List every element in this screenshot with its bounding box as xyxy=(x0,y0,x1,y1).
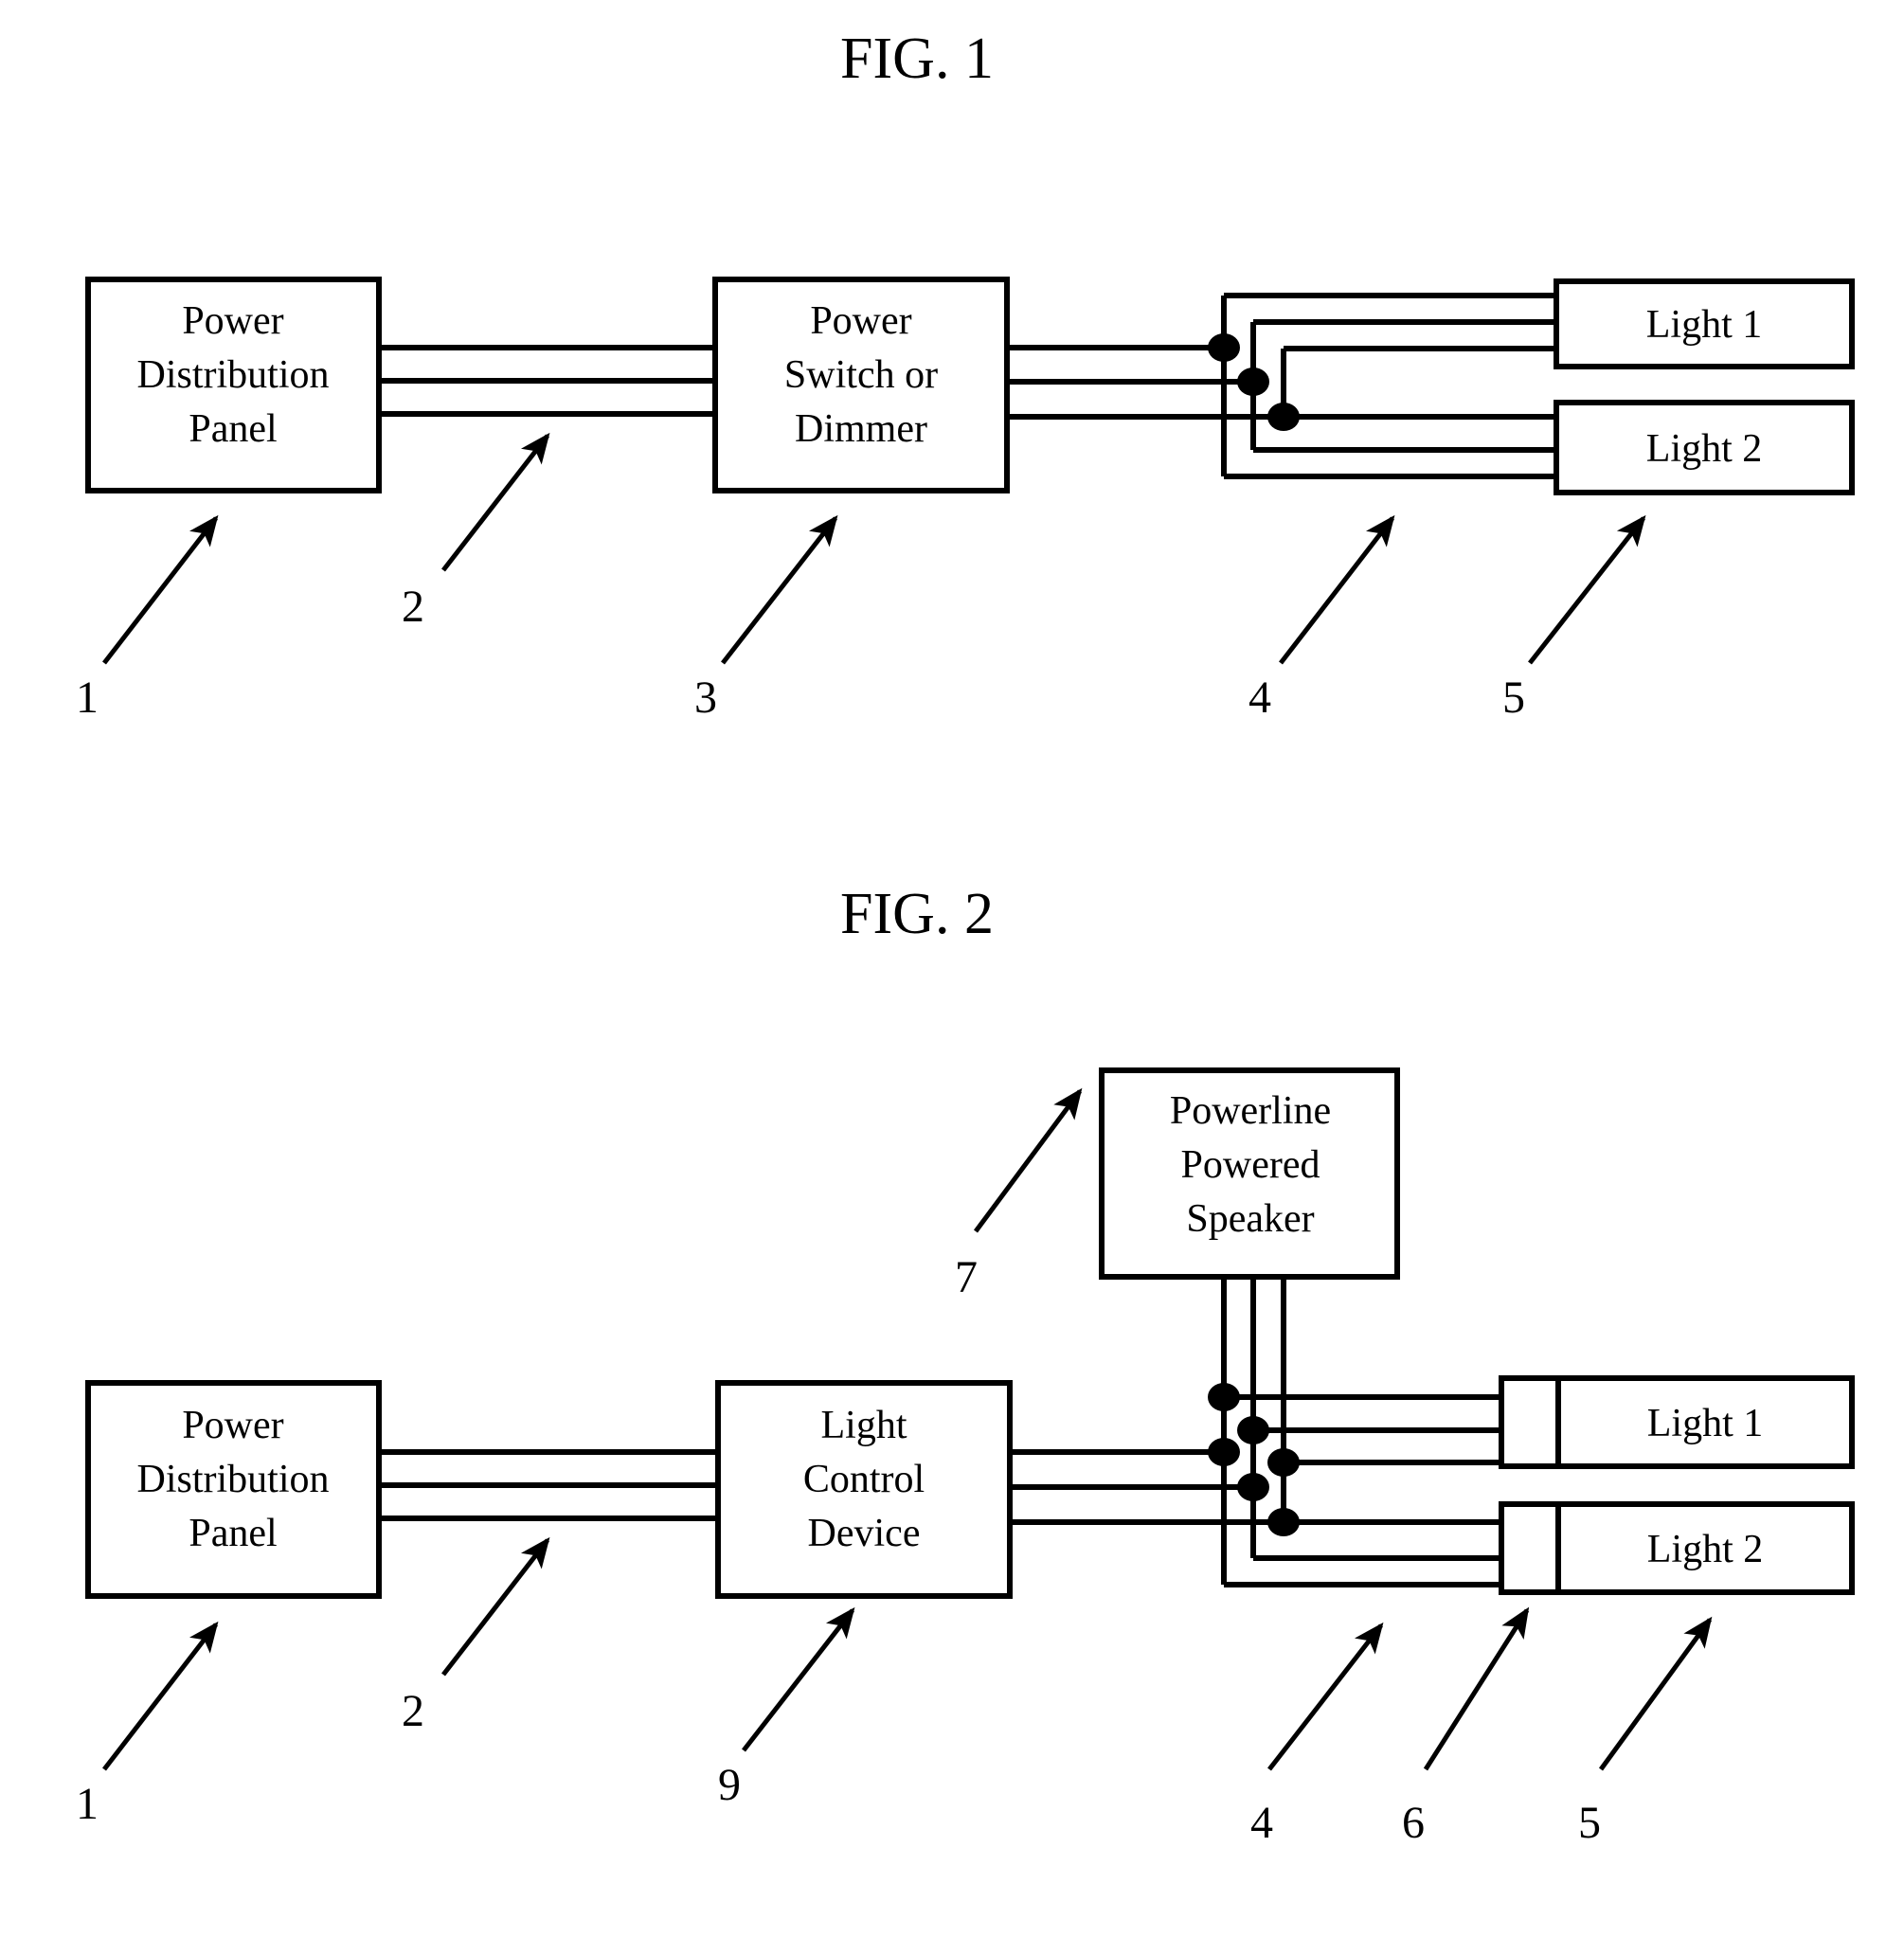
fig1-ref-5-label: 5 xyxy=(1502,673,1525,723)
fig2-powerline-powered-speaker-line-3: Speaker xyxy=(1186,1197,1314,1241)
fig2-light-control-device-line-2: Control xyxy=(803,1458,925,1501)
fig1-ref-5-leader: 5 xyxy=(1502,514,1646,723)
fig2-power-distribution-panel: Power Distribution Panel xyxy=(85,1380,382,1599)
fig1-power-switch-or-dimmer-line-1: Power xyxy=(810,299,911,343)
fig1-ref-4-label: 4 xyxy=(1248,673,1271,723)
fig2-ref-9-leader: 9 xyxy=(718,1606,855,1810)
fig2-ref-7-leader: 7 xyxy=(955,1087,1083,1302)
fig2-connector-2-rect xyxy=(1499,1501,1561,1595)
fig2-connector-1-rect xyxy=(1499,1375,1561,1469)
fig1-power-switch-or-dimmer: Power Switch or Dimmer xyxy=(712,277,1010,493)
fig2-light-1-label: Light 1 xyxy=(1647,1402,1764,1445)
fig2-light-control-device-line-3: Device xyxy=(808,1512,921,1555)
fig2-ref-4-label: 4 xyxy=(1250,1798,1273,1848)
fig1-light-2: Light 2 xyxy=(1554,400,1855,495)
fig2-junction-dot-4 xyxy=(1267,1448,1300,1477)
fig2-power-distribution-panel-line-1: Power xyxy=(182,1404,283,1447)
fig2-junction-dot-5 xyxy=(1237,1473,1269,1501)
figure-1-title: FIG. 1 xyxy=(840,27,994,91)
fig2-ref-5-label: 5 xyxy=(1578,1798,1601,1848)
fig2-ref-1-leader: 1 xyxy=(76,1621,219,1829)
fig2-ref-4-leader: 4 xyxy=(1250,1622,1384,1848)
fig2-light-1: Light 1 xyxy=(1499,1375,1855,1469)
fig2-ref-1-label: 1 xyxy=(76,1779,99,1829)
figure-1-group: FIG. 1 Power Distribution Panel Power Sw… xyxy=(76,27,1855,723)
fig2-junction-dot-1 xyxy=(1208,1383,1240,1411)
fig2-junction-dot-2 xyxy=(1237,1416,1269,1444)
fig1-ref-3-label: 3 xyxy=(694,673,717,723)
fig1-power-distribution-panel: Power Distribution Panel xyxy=(85,277,382,493)
fig2-ref-7-label: 7 xyxy=(955,1252,978,1302)
fig2-wiring-between-panel-and-control xyxy=(379,1449,718,1521)
fig1-junction-dot-2 xyxy=(1237,368,1269,396)
fig2-light-2-label: Light 2 xyxy=(1647,1528,1764,1571)
fig2-ref-6-leader: 6 xyxy=(1402,1606,1530,1848)
fig2-ref-2-label: 2 xyxy=(402,1686,424,1736)
figure-canvas: FIG. 1 Power Distribution Panel Power Sw… xyxy=(76,27,1855,1848)
fig1-light-2-label: Light 2 xyxy=(1646,427,1763,471)
fig2-ref-9-label: 9 xyxy=(718,1760,741,1810)
fig1-power-distribution-panel-line-2: Distribution xyxy=(136,353,329,397)
fig2-light-control-device-line-1: Light xyxy=(821,1404,907,1447)
fig2-light-control-device: Light Control Device xyxy=(715,1380,1013,1599)
fig1-ref-2-label: 2 xyxy=(402,582,424,632)
fig1-ref-1-leader: 1 xyxy=(76,514,219,723)
figure-2-group: FIG. 2 Powerline Powered Speaker Power D… xyxy=(76,882,1855,1848)
fig1-ref-2-leader: 2 xyxy=(402,432,550,632)
fig1-light-1: Light 1 xyxy=(1554,278,1855,369)
fig1-power-distribution-panel-line-3: Panel xyxy=(189,407,277,451)
fig2-power-distribution-panel-line-2: Distribution xyxy=(136,1458,329,1501)
fig2-ref-5-leader: 5 xyxy=(1578,1616,1713,1848)
fig2-ref-2-leader: 2 xyxy=(402,1536,550,1736)
fig1-power-switch-or-dimmer-line-2: Switch or xyxy=(784,353,938,397)
fig1-ref-4-leader: 4 xyxy=(1248,514,1395,723)
fig1-junction-dot-3 xyxy=(1267,403,1300,431)
fig2-wiring-junction xyxy=(1010,1277,1501,1587)
fig2-ref-6-label: 6 xyxy=(1402,1798,1425,1848)
fig2-powerline-powered-speaker-line-1: Powerline xyxy=(1170,1089,1331,1133)
figure-2-title: FIG. 2 xyxy=(840,882,994,946)
fig2-light-2: Light 2 xyxy=(1499,1501,1855,1595)
fig2-powerline-powered-speaker: Powerline Powered Speaker xyxy=(1099,1067,1400,1280)
patent-drawing-sheet: FIG. 1 Power Distribution Panel Power Sw… xyxy=(0,0,1904,1937)
fig1-wiring-junction xyxy=(1007,293,1556,479)
fig1-wiring-between-panel-and-switch xyxy=(379,345,715,417)
fig1-power-switch-or-dimmer-line-3: Dimmer xyxy=(795,407,927,451)
fig1-junction-dot-1 xyxy=(1208,333,1240,362)
fig2-power-distribution-panel-line-3: Panel xyxy=(189,1512,277,1555)
fig1-light-1-label: Light 1 xyxy=(1646,303,1763,347)
fig2-junction-dot-3 xyxy=(1208,1438,1240,1466)
fig1-ref-1-label: 1 xyxy=(76,673,99,723)
fig2-junction-dot-6 xyxy=(1267,1508,1300,1536)
fig2-powerline-powered-speaker-line-2: Powered xyxy=(1181,1143,1320,1187)
fig1-power-distribution-panel-line-1: Power xyxy=(182,299,283,343)
fig1-ref-3-leader: 3 xyxy=(694,514,838,723)
